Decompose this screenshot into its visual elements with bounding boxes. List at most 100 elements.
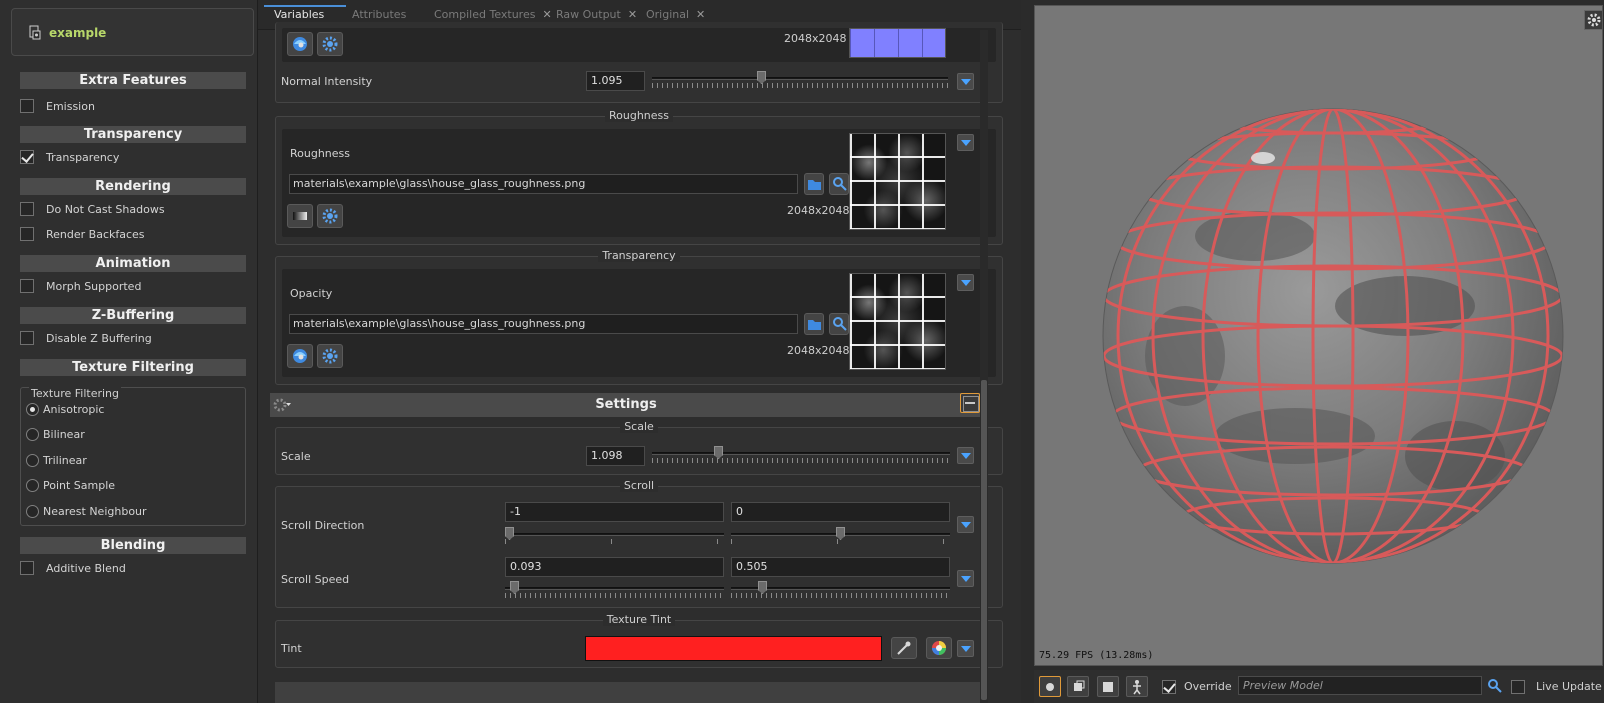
normal-intensity-input[interactable]: 1.095 [586,71,645,91]
inspect-button[interactable] [829,313,849,335]
gear-icon [322,348,338,364]
globe-icon [293,37,307,51]
viewport-settings-button[interactable] [1584,10,1602,30]
cube-shape-button[interactable] [1097,676,1119,697]
thumbnail-grid [850,134,945,229]
filter-anisotropic-label: Anisotropic [43,402,105,416]
opacity-thumbnail[interactable] [849,273,946,370]
emission-option[interactable]: Emission [20,96,95,116]
roughness-settings-button[interactable] [317,204,343,228]
scale-slider[interactable] [652,446,950,466]
scroll-direction-x-input[interactable]: -1 [505,502,724,522]
override-checkbox[interactable] [1162,680,1176,694]
morph-supported-checkbox[interactable] [20,279,34,293]
settings-gear-menu[interactable] [273,396,293,414]
do-not-cast-shadows-checkbox[interactable] [20,202,34,216]
slider-track [505,587,724,590]
folder-icon [808,320,821,330]
roughness-thumbnail[interactable] [849,133,946,230]
tab-variables-label: Variables [274,8,325,21]
opacity-path-input[interactable]: materials\example\glass\house_glass_roug… [289,314,798,334]
live-update-checkbox[interactable] [1511,680,1525,694]
thumbnail-grid [850,274,945,369]
morph-supported-option[interactable]: Morph Supported [20,276,141,296]
scroll-direction-y-slider[interactable] [731,527,950,547]
filter-point-sample[interactable]: Point Sample [26,475,115,495]
material-header[interactable]: example [11,8,254,56]
scroll-speed-x-slider[interactable] [505,581,724,601]
close-icon[interactable]: ✕ [696,8,705,21]
close-icon[interactable]: ✕ [628,8,637,21]
scroll-direction-x-slider[interactable] [505,527,724,547]
tab-attributes-label: Attributes [352,8,407,21]
opacity-map-button[interactable] [287,344,313,368]
radio-point-sample[interactable] [26,478,39,492]
normal-settings-button[interactable] [317,32,343,56]
filter-nearest-neighbour[interactable]: Nearest Neighbour [26,501,147,521]
slider-ticks [505,539,724,544]
roughness-path-input[interactable]: materials\example\glass\house_glass_roug… [289,174,798,194]
scroll-speed-x-input[interactable]: 0.093 [505,557,724,577]
roughness-dropdown[interactable] [957,134,974,151]
scale-dropdown[interactable] [957,447,974,464]
preview-search-button[interactable] [1486,677,1504,695]
tint-color-swatch[interactable] [585,636,882,661]
material-file-icon [29,25,41,40]
scroll-direction-dropdown[interactable] [957,516,974,533]
opacity-settings-button[interactable] [317,344,343,368]
filter-bilinear[interactable]: Bilinear [26,424,85,444]
normal-map-thumbnail[interactable] [849,28,946,58]
additive-blend-checkbox[interactable] [20,561,34,575]
additive-blend-option[interactable]: Additive Blend [20,558,126,578]
scroll-speed-y-input[interactable]: 0.505 [731,557,950,577]
normal-intensity-slider[interactable] [652,71,948,91]
slider-ticks [505,593,724,598]
radio-anisotropic[interactable] [26,402,39,416]
tint-dropdown[interactable] [957,640,974,657]
filter-trilinear[interactable]: Trilinear [26,450,87,470]
scroll-speed-y-slider[interactable] [731,581,950,601]
normal-map-button[interactable] [287,32,313,56]
preview-model-input[interactable]: Preview Model [1238,676,1482,695]
inspect-button[interactable] [829,173,849,195]
normal-intensity-dropdown[interactable] [957,73,974,90]
radio-nearest-neighbour[interactable] [26,504,39,518]
cylinder-shape-button[interactable] [1067,676,1089,697]
disable-z-buffering-checkbox[interactable] [20,331,34,345]
roughness-label: Roughness [290,147,351,160]
grayscale-button[interactable] [287,204,313,228]
globe-icon [293,349,307,363]
texture-tint-group-title-text: Texture Tint [602,613,676,626]
scroll-direction-y-input[interactable]: 0 [731,502,950,522]
scroll-speed-dropdown[interactable] [957,570,974,587]
preview-viewport[interactable]: 75.29 FPS (13.28ms) [1034,5,1603,666]
transparency-option[interactable]: Transparency [20,147,119,167]
filter-anisotropic[interactable]: Anisotropic [26,399,104,419]
browse-button[interactable] [804,173,824,195]
character-shape-button[interactable] [1126,676,1148,697]
emission-checkbox[interactable] [20,99,34,113]
render-backfaces-option[interactable]: Render Backfaces [20,224,145,244]
scale-input[interactable]: 1.098 [586,446,645,466]
next-section-header [275,682,983,703]
collapse-settings-button[interactable] [960,393,980,413]
browse-button[interactable] [804,313,824,335]
do-not-cast-shadows-option[interactable]: Do Not Cast Shadows [20,199,165,219]
scrollbar-thumb[interactable] [981,380,987,700]
transparency-checkbox[interactable] [20,150,34,164]
opacity-dropdown[interactable] [957,274,974,291]
section-transparency: Transparency [20,126,246,143]
color-wheel-button[interactable] [926,637,952,659]
radio-bilinear[interactable] [26,427,39,441]
normal-group: 2048x2048 Normal Intensity 1.095 [275,22,1003,103]
roughness-group-title: Roughness [276,109,1002,122]
radio-trilinear[interactable] [26,453,39,467]
disable-z-buffering-option[interactable]: Disable Z Buffering [20,328,152,348]
scale-label: Scale [281,450,311,463]
scroll-group: Scroll Scroll Direction -1 0 Scroll Spee… [275,479,1003,608]
close-icon[interactable]: ✕ [542,8,551,21]
center-scrollbar[interactable] [980,30,988,703]
sphere-shape-button[interactable] [1039,676,1061,697]
eyedropper-button[interactable] [891,637,917,659]
render-backfaces-checkbox[interactable] [20,227,34,241]
